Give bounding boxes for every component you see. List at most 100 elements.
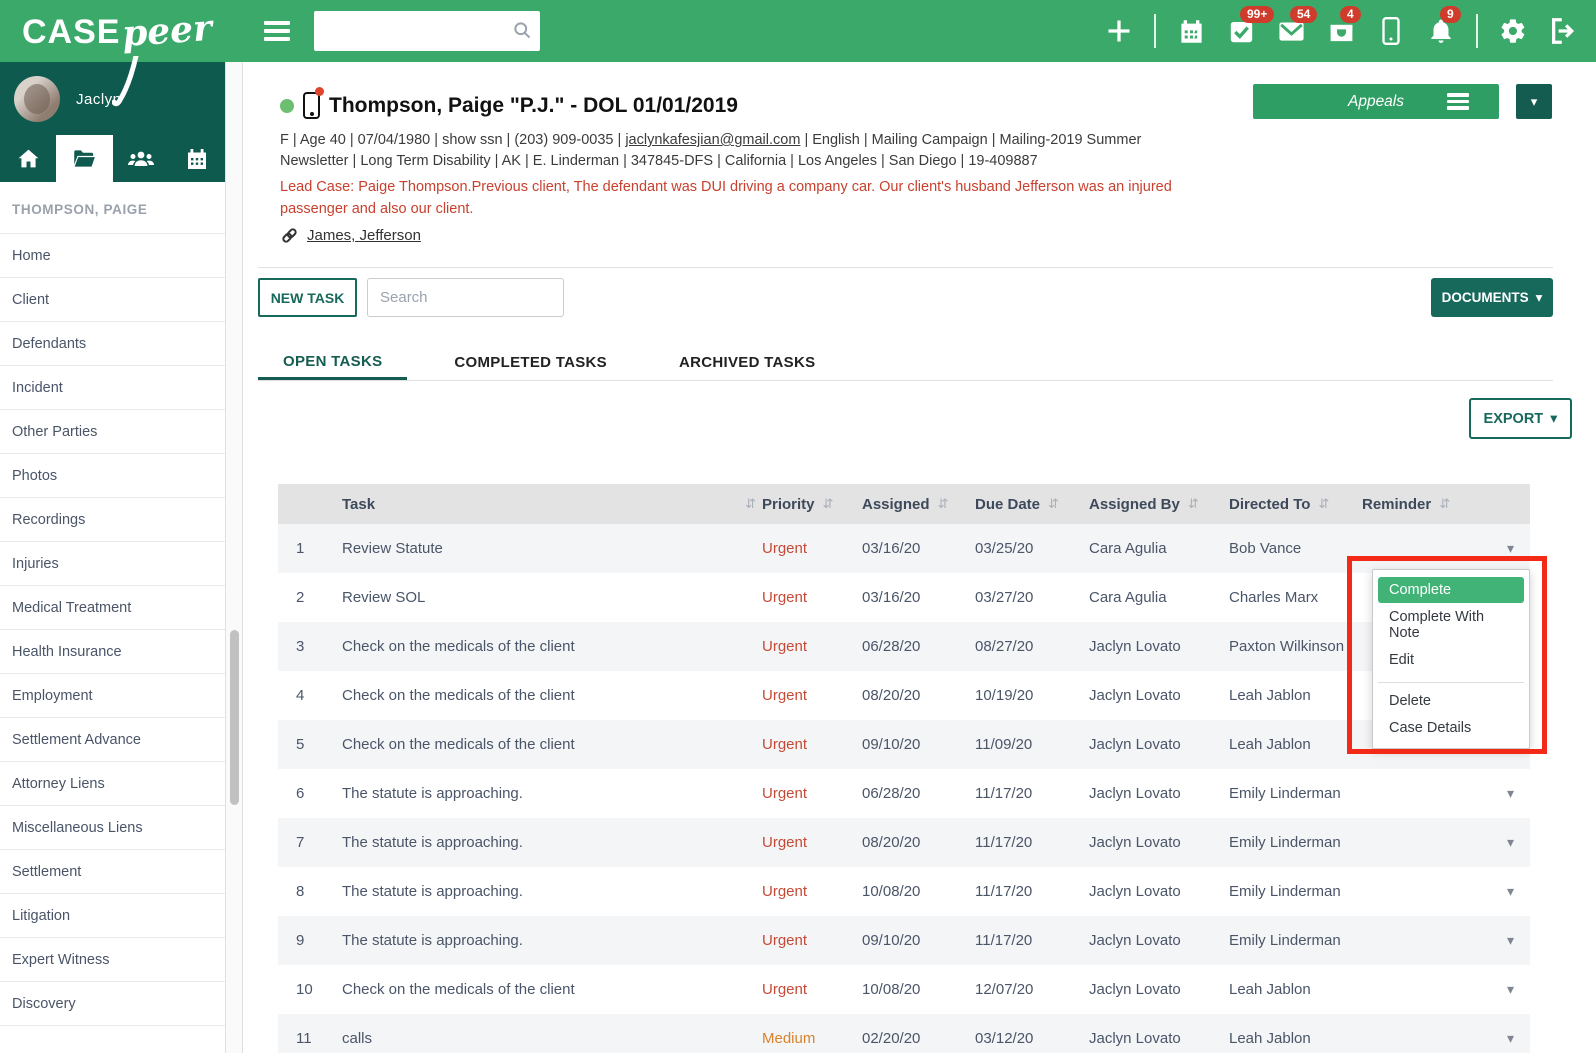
column-header-priority: Priority ⇵ — [762, 495, 834, 513]
reminder-menu-caret-icon[interactable]: ▾ — [1507, 540, 1514, 556]
avatar[interactable] — [14, 76, 60, 122]
notifications-bell-icon[interactable]: 9 — [1426, 6, 1461, 46]
table-row[interactable]: 9 The statute is approaching. Urgent 09/… — [278, 916, 1530, 965]
header-icon-tray: 99+ 54 4 9 — [1104, 0, 1578, 62]
documents-button[interactable]: DOCUMENTS ▾ — [1431, 278, 1553, 317]
sort-icon[interactable]: ⇵ — [1439, 496, 1450, 512]
table-row[interactable]: 2 Review SOL Urgent 03/16/20 03/27/20 Ca… — [278, 573, 1530, 622]
column-header-directed-to: Directed To ⇵ — [1229, 495, 1330, 513]
table-row[interactable]: 5 Check on the medicals of the client Ur… — [278, 720, 1530, 769]
sidebar-menu-item[interactable]: Photos — [0, 454, 225, 498]
task-assigned-date: 08/20/20 — [862, 834, 921, 851]
task-tab[interactable]: COMPLETED TASKS — [429, 345, 632, 380]
casepeer-logo[interactable]: CASE peer — [22, 7, 214, 55]
task-tab[interactable]: ARCHIVED TASKS — [654, 345, 840, 380]
task-directed-to: Charles Marx — [1229, 589, 1319, 606]
menu-toggle-icon[interactable] — [264, 17, 291, 45]
task-assigned-date: 06/28/20 — [862, 785, 921, 802]
context-menu-item[interactable]: Complete — [1378, 577, 1524, 603]
reminder-menu-caret-icon[interactable]: ▾ — [1507, 834, 1514, 850]
export-button[interactable]: EXPORT ▾ — [1469, 398, 1572, 439]
task-assigned-date: 09/10/20 — [862, 932, 921, 949]
table-row[interactable]: 7 The statute is approaching. Urgent 08/… — [278, 818, 1530, 867]
show-ssn-link[interactable]: show ssn — [442, 132, 502, 148]
table-row[interactable]: 3 Check on the medicals of the client Ur… — [278, 622, 1530, 671]
sidebar-menu-item[interactable]: Defendants — [0, 322, 225, 366]
mobile-icon[interactable] — [1376, 16, 1406, 46]
sidebar-menu-item[interactable]: Litigation — [0, 894, 225, 938]
reminder-menu-caret-icon[interactable]: ▾ — [1507, 981, 1514, 997]
task-search-input[interactable] — [367, 278, 564, 317]
sidebar-menu-item[interactable]: Attorney Liens — [0, 762, 225, 806]
search-icon[interactable] — [512, 20, 532, 40]
sidebar-menu-item[interactable]: Medical Treatment — [0, 586, 225, 630]
sort-icon[interactable]: ⇵ — [1318, 496, 1329, 512]
sidebar-menu-item[interactable]: Injuries — [0, 542, 225, 586]
sidebar-scrollbar-thumb[interactable] — [230, 630, 239, 805]
context-menu-item[interactable]: Delete — [1378, 682, 1524, 714]
mobile-phone-icon[interactable] — [303, 87, 324, 119]
sort-icon[interactable]: ⇵ — [1048, 496, 1059, 512]
settings-gear-icon[interactable] — [1498, 16, 1528, 46]
nav-home-tab[interactable] — [0, 135, 56, 182]
task-due-date: 12/07/20 — [975, 981, 1034, 998]
new-task-button[interactable]: NEW TASK — [258, 278, 357, 317]
reminder-menu-caret-icon[interactable]: ▾ — [1507, 785, 1514, 801]
global-search-input[interactable] — [314, 11, 541, 51]
reminder-menu-caret-icon[interactable]: ▾ — [1507, 883, 1514, 899]
nav-cases-tab[interactable] — [56, 135, 113, 182]
sidebar-menu-item[interactable]: Client — [0, 278, 225, 322]
sort-icon[interactable]: ⇵ — [938, 496, 949, 512]
table-row[interactable]: 4 Check on the medicals of the client Ur… — [278, 671, 1530, 720]
sidebar-scrollbar[interactable] — [225, 62, 243, 1053]
task-priority: Urgent — [762, 540, 808, 557]
casepeer-app: CASE peer 99+ 54 4 9 Jaclyn THOMPSON, PA… — [0, 0, 1596, 1053]
reminder-menu-caret-icon[interactable]: ▾ — [1507, 932, 1514, 948]
sidebar-menu-item[interactable]: Settlement — [0, 850, 225, 894]
client-email-link[interactable]: jaclynkafesjian@gmail.com — [625, 132, 800, 148]
sidebar-menu-item[interactable]: Discovery — [0, 982, 225, 1026]
details-segment: | (203) 909-0035 | — [506, 132, 622, 148]
header-divider — [1476, 14, 1478, 48]
calendar-icon[interactable] — [1176, 16, 1206, 46]
context-menu-item[interactable]: Edit — [1378, 647, 1524, 673]
related-case-link[interactable]: James, Jefferson — [307, 227, 421, 244]
case-type-button[interactable]: Appeals — [1253, 84, 1499, 119]
table-row[interactable]: 8 The statute is approaching. Urgent 10/… — [278, 867, 1530, 916]
sort-icon[interactable]: ⇵ — [823, 496, 834, 512]
sidebar-menu-item[interactable]: Recordings — [0, 498, 225, 542]
logout-icon[interactable] — [1548, 16, 1578, 46]
phone-alert-dot — [315, 87, 324, 96]
table-row[interactable]: 1 Review Statute Urgent 03/16/20 03/25/2… — [278, 524, 1530, 573]
task-directed-to: Leah Jablon — [1229, 1030, 1311, 1047]
case-actions-dropdown-button[interactable]: ▾ — [1516, 84, 1552, 119]
tasks-icon[interactable]: 99+ — [1226, 6, 1275, 46]
inbox-icon[interactable]: 4 — [1326, 6, 1361, 46]
sort-icon[interactable]: ⇵ — [1188, 496, 1199, 512]
sort-icon[interactable]: ⇵ — [745, 496, 756, 512]
mail-icon[interactable]: 54 — [1276, 6, 1318, 46]
sidebar-menu-item[interactable]: Expert Witness — [0, 938, 225, 982]
task-assigned-by: Jaclyn Lovato — [1089, 834, 1181, 851]
sidebar-menu-item[interactable]: Incident — [0, 366, 225, 410]
add-new-icon[interactable] — [1104, 16, 1134, 46]
sidebar-menu-item[interactable]: Employment — [0, 674, 225, 718]
task-context-menu: Complete Complete With Note Edit Delete Case… — [1372, 569, 1530, 749]
sidebar-menu-item[interactable]: Miscellaneous Liens — [0, 806, 225, 850]
top-header-bar: CASE peer 99+ 54 4 9 — [0, 0, 1596, 62]
table-row[interactable]: 6 The statute is approaching. Urgent 06/… — [278, 769, 1530, 818]
sidebar-menu-item[interactable]: Health Insurance — [0, 630, 225, 674]
task-tab[interactable]: OPEN TASKS — [258, 345, 408, 380]
sidebar-menu-item[interactable]: Other Parties — [0, 410, 225, 454]
table-row[interactable]: 11 calls Medium 02/20/20 03/12/20 Jaclyn… — [278, 1014, 1530, 1053]
task-assigned-by: Cara Agulia — [1089, 540, 1167, 557]
context-menu-item[interactable]: Case Details — [1378, 715, 1524, 741]
sidebar-menu-item[interactable]: Home — [0, 234, 225, 278]
nav-contacts-tab[interactable] — [113, 135, 169, 182]
table-row[interactable]: 10 Check on the medicals of the client U… — [278, 965, 1530, 1014]
context-menu-item[interactable]: Complete With Note — [1378, 604, 1524, 646]
task-title: The statute is approaching. — [342, 932, 523, 949]
reminder-menu-caret-icon[interactable]: ▾ — [1507, 1030, 1514, 1046]
sidebar-menu-item[interactable]: Settlement Advance — [0, 718, 225, 762]
nav-calendar-tab[interactable] — [169, 135, 225, 182]
